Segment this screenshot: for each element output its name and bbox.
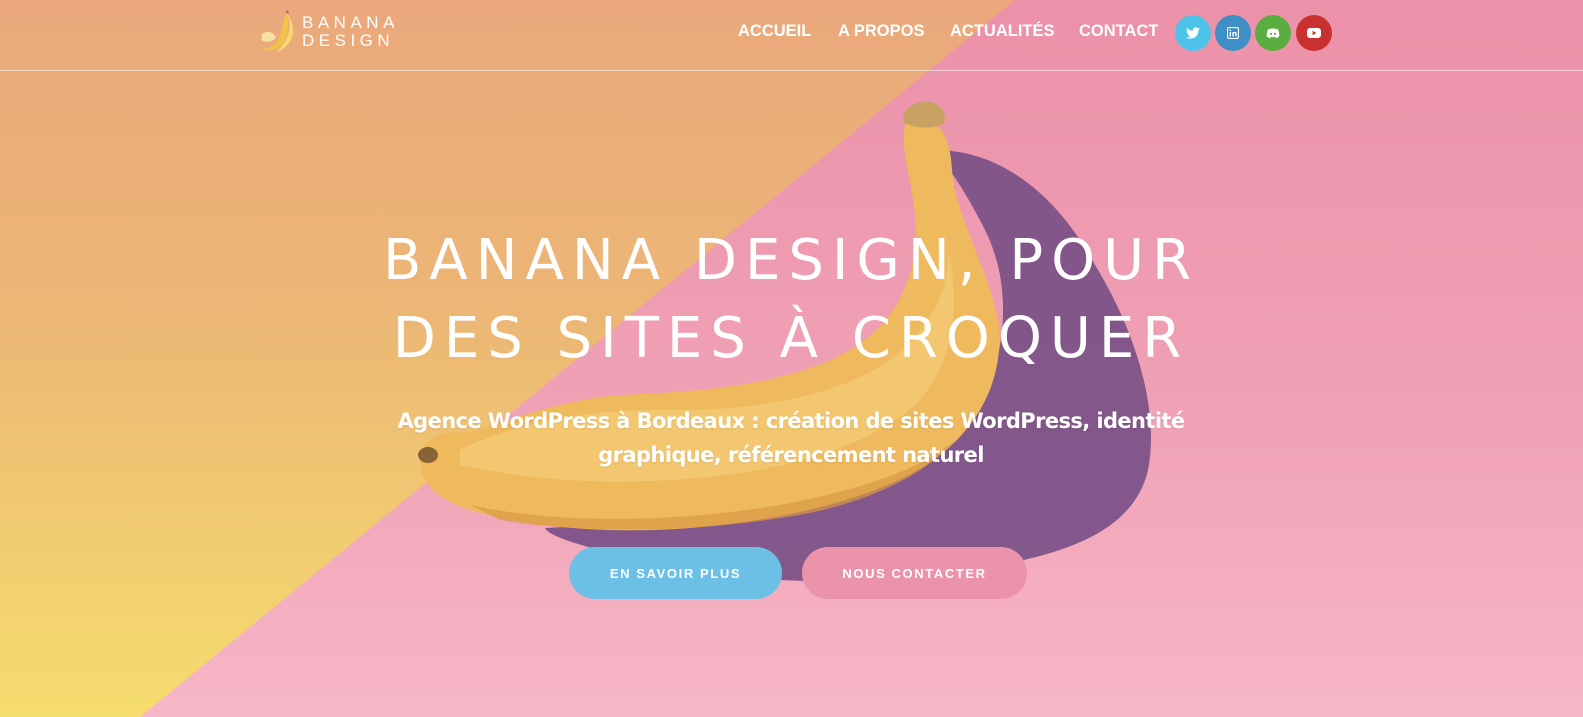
banana-stem [902,101,945,128]
learn-more-button[interactable]: EN SAVOIR PLUS [569,547,782,599]
logo-wordmark: BANANA DESIGN [302,14,399,50]
twitter-icon [1186,27,1200,39]
nav-item-accueil[interactable]: ACCUEIL [738,22,811,41]
contact-us-button[interactable]: NOUS CONTACTER [802,547,1027,599]
logo-line-1: BANANA [302,13,399,32]
banana-logo-icon [259,10,294,52]
hero-title: BANANA DESIGN, POUR DES SITES À CROQUER [291,222,1291,378]
hero-title-line-2: DES SITES À CROQUER [392,306,1190,371]
hero-title-line-1: BANANA DESIGN, POUR [382,228,1200,293]
youtube-button[interactable] [1296,15,1332,51]
hero-section: BANANA DESIGN ACCUEIL A PROPOS ACTUALITÉ… [0,0,1583,717]
hero-subtitle-line-2: graphique, référencement naturel [598,443,984,467]
discord-icon [1266,28,1280,39]
site-header: BANANA DESIGN ACCUEIL A PROPOS ACTUALITÉ… [0,0,1583,71]
twitter-button[interactable] [1175,15,1211,51]
hero-subtitle-line-1: Agence WordPress à Bordeaux : création d… [397,409,1185,433]
nav-item-actualites[interactable]: ACTUALITÉS [950,22,1055,41]
youtube-icon [1307,28,1321,38]
linkedin-icon [1227,27,1239,39]
logo[interactable]: BANANA DESIGN [256,10,426,54]
hero-subtitle: Agence WordPress à Bordeaux : création d… [391,404,1191,472]
linkedin-button[interactable] [1215,15,1251,51]
nav-item-contact[interactable]: CONTACT [1079,22,1158,41]
nav-item-a-propos[interactable]: A PROPOS [838,22,925,41]
discord-button[interactable] [1255,15,1291,51]
logo-line-2: DESIGN [302,31,395,50]
